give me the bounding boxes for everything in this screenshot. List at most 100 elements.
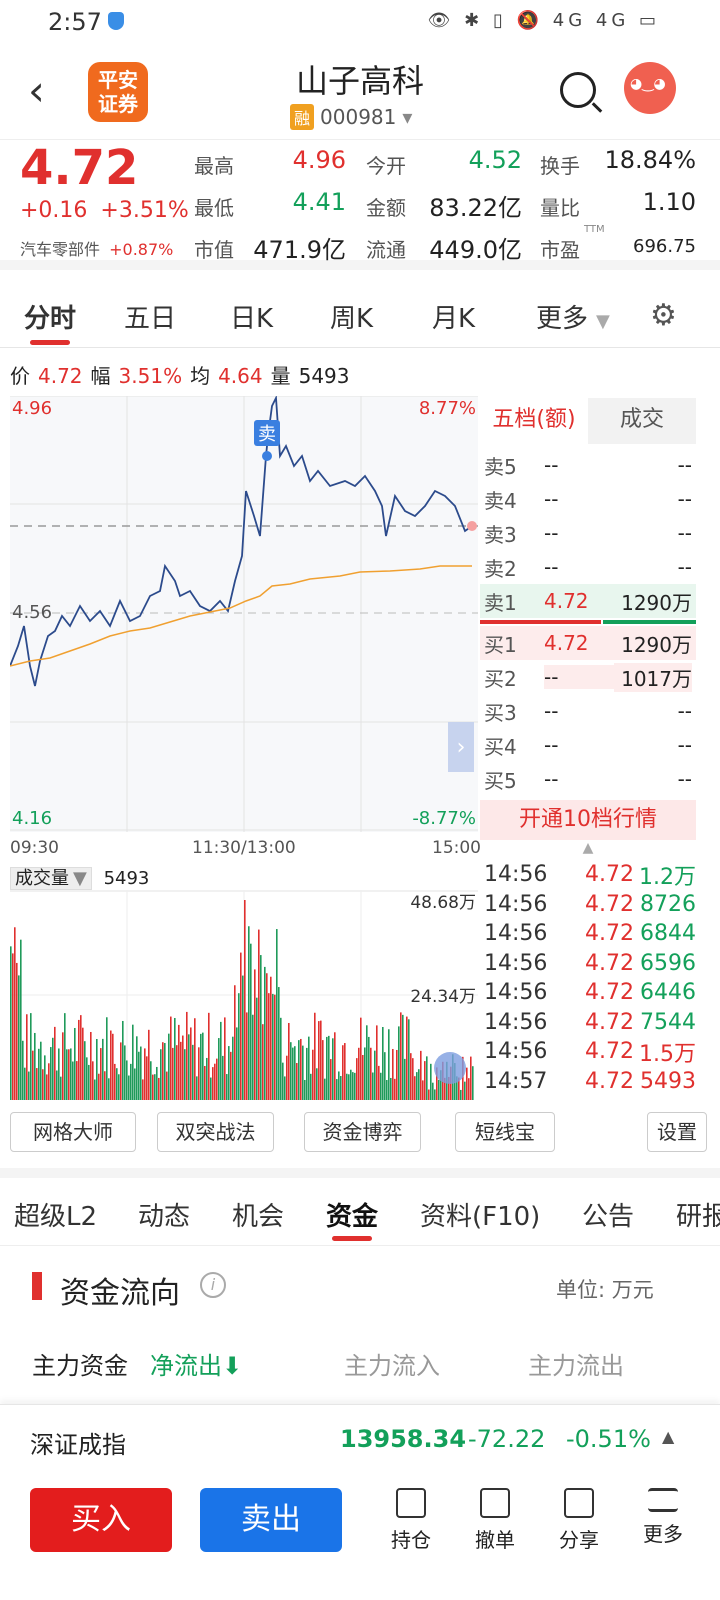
settings-gear-icon[interactable]: ⚙	[650, 298, 677, 333]
index-ticker[interactable]: 深证成指 13958.34 -72.22 -0.51% ▲	[0, 1404, 720, 1476]
volume-bar	[384, 1052, 386, 1100]
volume-bar	[142, 1079, 144, 1100]
caret-up-icon[interactable]: ▲	[480, 840, 696, 858]
volume-bar	[28, 1071, 30, 1100]
volume-bar	[180, 1041, 182, 1100]
tab-weekly[interactable]: 周K	[330, 298, 373, 335]
volume-bar	[194, 1018, 196, 1100]
tab-more[interactable]: 更多 ▼	[536, 298, 610, 335]
volume-bar	[466, 1067, 468, 1100]
volume-bar	[174, 1017, 176, 1100]
volume-bar	[274, 994, 276, 1100]
tick-price: 4.72	[585, 862, 634, 888]
buy-button[interactable]: 买入	[30, 1488, 172, 1552]
trade-ticks: 14:56 4.72 1.2万 14:56 4.72 8726 14:56 4.72 684…	[484, 860, 696, 1096]
volume-bar	[266, 973, 268, 1100]
volume-bar	[270, 976, 272, 1100]
holdings-button[interactable]: 持仓	[376, 1488, 446, 1553]
tab-opportunity[interactable]: 机会	[232, 1196, 284, 1233]
volume-bar	[106, 1017, 108, 1100]
volume-bar	[290, 1042, 292, 1100]
tab-announcements[interactable]: 公告	[582, 1196, 634, 1233]
tab-trades[interactable]: 成交	[588, 398, 696, 444]
amount-label: 金额	[366, 196, 406, 220]
tick-row: 14:56 4.72 6446	[484, 978, 696, 1008]
tools-settings-button[interactable]: 设置	[647, 1112, 707, 1152]
volume-bar	[208, 1012, 210, 1100]
volume-bar	[52, 1037, 54, 1100]
index-name: 深证成指	[30, 1431, 126, 1459]
dropdown-icon[interactable]: ▾	[402, 105, 412, 129]
volume-chart[interactable]: 48.68万 24.34万	[10, 890, 478, 1100]
search-icon[interactable]	[560, 72, 596, 108]
sell-button[interactable]: 卖出	[200, 1488, 342, 1552]
volume-bar	[356, 1058, 358, 1100]
volume-bar	[322, 1040, 324, 1100]
volume-bar	[244, 900, 246, 1100]
tab-daily[interactable]: 日K	[230, 298, 273, 335]
volume-bar	[38, 1048, 40, 1100]
assistant-avatar[interactable]	[624, 62, 676, 114]
volume-bar	[402, 1014, 404, 1100]
high-value: 4.96	[292, 146, 346, 174]
volume-bar	[58, 1048, 60, 1100]
volume-half: 24.34万	[410, 987, 476, 1007]
tab-news[interactable]: 动态	[138, 1196, 190, 1233]
tab-level2[interactable]: 超级L2	[14, 1196, 97, 1233]
amount-value: 83.22亿	[429, 194, 522, 222]
net-outflow-label: 净流出	[150, 1352, 222, 1380]
sector-change: +0.87%	[109, 240, 174, 259]
tab-research[interactable]: 研报	[676, 1196, 720, 1233]
volume-bar	[16, 962, 18, 1100]
buy1-price: 4.72	[544, 631, 589, 655]
index-change: -72.22	[468, 1425, 546, 1453]
grid-master-button[interactable]: 网格大师	[10, 1112, 136, 1152]
tick-price: 4.72	[585, 921, 634, 947]
sell-marker: 卖	[258, 424, 276, 445]
tab-capital[interactable]: 资金	[326, 1196, 378, 1233]
volume-bar	[190, 1027, 192, 1100]
double-breakout-button[interactable]: 双突战法	[157, 1112, 274, 1152]
high-label: 最高	[194, 154, 234, 178]
cancel-order-button[interactable]: 撤单	[460, 1488, 530, 1553]
tab-five-level[interactable]: 五档(额)	[480, 398, 588, 444]
volume-bar	[370, 1047, 372, 1100]
tick-volume: 1.2万	[639, 864, 696, 890]
tab-five-day[interactable]: 五日	[124, 298, 176, 335]
open-10-level-button[interactable]: 开通10档行情	[480, 800, 696, 840]
share-label: 分享	[559, 1528, 599, 1552]
intraday-chart[interactable]: 卖 › 4.96 4.56 4.16 8.77% -8.77%	[10, 396, 478, 832]
main-inflow-label: 主力流入	[344, 1352, 440, 1380]
tab-intraday[interactable]: 分时	[24, 298, 76, 335]
volume-bar	[222, 1055, 224, 1100]
volume-bar	[186, 1011, 188, 1100]
caret-up-icon[interactable]: ▲	[662, 1427, 674, 1446]
volume-bar	[66, 1049, 68, 1100]
volume-bar	[178, 1024, 180, 1100]
share-button[interactable]: 分享	[544, 1488, 614, 1553]
sell1-price: 4.72	[544, 589, 589, 613]
short-line-button[interactable]: 短线宝	[455, 1112, 555, 1152]
volume-bar	[114, 1063, 116, 1100]
volume-selector[interactable]: 成交量 ▼	[10, 867, 92, 890]
volume-bar	[278, 987, 280, 1100]
stock-code-row[interactable]: 融 000981 ▾	[290, 104, 412, 130]
tab-f10[interactable]: 资料(F10)	[420, 1196, 540, 1233]
turnover-label: 换手	[540, 154, 580, 178]
volume-bar	[56, 1070, 58, 1100]
strategy-tools: 网格大师 双突战法 资金博弈 短线宝 设置	[10, 1112, 710, 1154]
volume-bar	[382, 1027, 384, 1100]
buy5-qty: --	[677, 767, 692, 791]
more-button[interactable]: 更多	[628, 1488, 698, 1547]
volume-bar	[70, 1048, 72, 1100]
volume-bar	[240, 952, 242, 1100]
tick-time: 14:57	[484, 1068, 548, 1094]
volume-bar	[286, 1055, 288, 1100]
sector[interactable]: 汽车零部件 +0.87%	[20, 236, 173, 260]
buy1-qty: 1290万	[621, 632, 692, 657]
volume-bar	[94, 1079, 96, 1100]
capital-game-button[interactable]: 资金博弈	[304, 1112, 421, 1152]
tab-monthly[interactable]: 月K	[432, 298, 475, 335]
volume-bar	[334, 1032, 336, 1100]
info-icon[interactable]: i	[200, 1272, 226, 1298]
